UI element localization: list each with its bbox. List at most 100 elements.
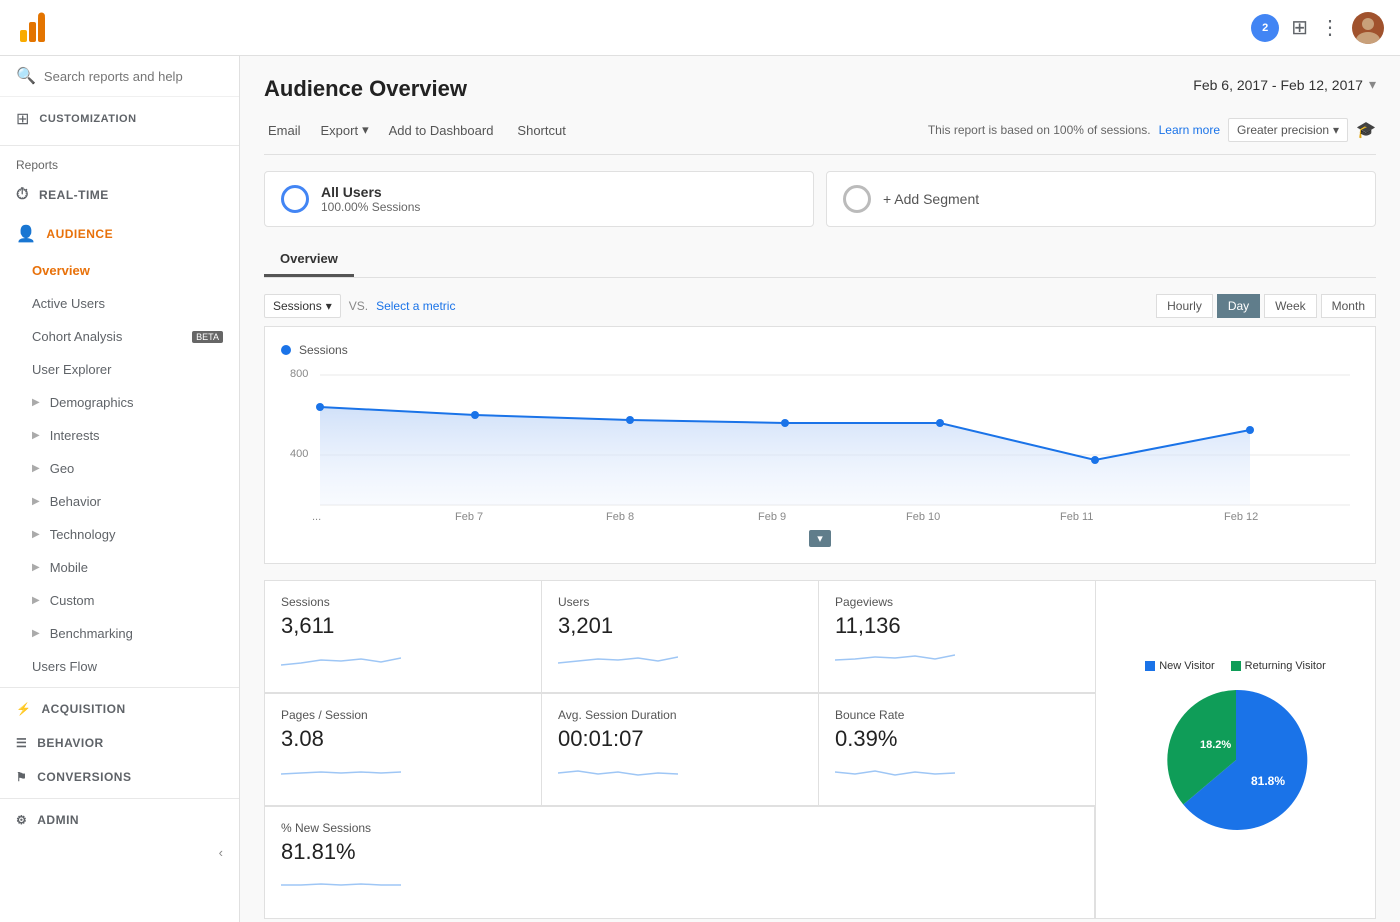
sidebar-item-custom[interactable]: ▶ Custom	[0, 584, 239, 617]
main-layout: 🔍 ⊞ CUSTOMIZATION Reports ⏱ REAL-TIME 👤 …	[0, 56, 1400, 922]
sidebar-item-overview[interactable]: Overview	[0, 254, 239, 287]
pageviews-label: Pageviews	[835, 595, 1079, 609]
bounce-rate-value: 0.39%	[835, 726, 1079, 752]
active-users-label: Active Users	[32, 296, 223, 311]
more-options-icon[interactable]: ⋮	[1320, 15, 1340, 40]
divider-2	[0, 687, 239, 688]
users-flow-label: Users Flow	[32, 659, 223, 674]
mobile-label: Mobile	[50, 560, 223, 575]
sidebar-item-acquisition[interactable]: ⚡ ACQUISITION	[0, 692, 239, 726]
sidebar-item-interests[interactable]: ▶ Interests	[0, 419, 239, 452]
sidebar-item-user-explorer[interactable]: User Explorer	[0, 353, 239, 386]
precision-button[interactable]: Greater precision ▾	[1228, 118, 1348, 142]
export-label: Export	[321, 123, 359, 138]
notification-icon: 2	[1251, 14, 1279, 42]
sessions-info-text: This report is based on 100% of sessions…	[928, 123, 1151, 137]
time-btn-day[interactable]: Day	[1217, 294, 1260, 318]
time-btn-week[interactable]: Week	[1264, 294, 1316, 318]
chart-svg-wrapper: 800 400	[281, 365, 1359, 528]
chart-tooltip: ▾	[809, 530, 831, 547]
export-dropdown[interactable]: Export ▾	[321, 122, 369, 138]
toolbar-left: Email Export ▾ Add to Dashboard Shortcut	[264, 121, 928, 140]
x-label-feb10: Feb 10	[906, 511, 940, 523]
sidebar-item-audience[interactable]: 👤 AUDIENCE	[0, 214, 239, 254]
sidebar-item-technology[interactable]: ▶ Technology	[0, 518, 239, 551]
acquisition-icon: ⚡	[16, 702, 31, 716]
new-visitor-color-swatch	[1145, 661, 1155, 671]
stats-row-2: Pages / Session 3.08 Avg. Session Durati…	[265, 694, 1095, 807]
pages-session-mini-chart	[281, 758, 401, 788]
email-button[interactable]: Email	[264, 121, 305, 140]
content-area: Audience Overview Feb 6, 2017 - Feb 12, …	[240, 56, 1400, 922]
sidebar-item-demographics[interactable]: ▶ Demographics	[0, 386, 239, 419]
y-label-400: 400	[290, 448, 308, 460]
notification-button[interactable]: 2	[1251, 14, 1279, 42]
benchmarking-arrow-icon: ▶	[32, 628, 40, 639]
pages-session-value: 3.08	[281, 726, 525, 752]
sessions-legend-label: Sessions	[299, 343, 348, 357]
add-dashboard-button[interactable]: Add to Dashboard	[385, 121, 498, 140]
new-sessions-mini-chart	[281, 871, 401, 901]
segments-row: All Users 100.00% Sessions + Add Segment	[264, 171, 1376, 227]
sidebar-item-mobile[interactable]: ▶ Mobile	[0, 551, 239, 584]
select-metric-link[interactable]: Select a metric	[376, 299, 455, 313]
apps-grid-icon[interactable]: ⊞	[1291, 15, 1308, 40]
users-mini-chart	[558, 645, 678, 675]
sidebar-item-conversions[interactable]: ⚑ CONVERSIONS	[0, 760, 239, 794]
sidebar-item-behavior-nav[interactable]: ☰ BEHAVIOR	[0, 726, 239, 760]
time-btn-month[interactable]: Month	[1321, 294, 1376, 318]
sessions-mini-chart	[281, 645, 401, 675]
learn-more-link[interactable]: Learn more	[1159, 123, 1220, 137]
sidebar: 🔍 ⊞ CUSTOMIZATION Reports ⏱ REAL-TIME 👤 …	[0, 56, 240, 922]
toolbar-right: This report is based on 100% of sessions…	[928, 118, 1376, 142]
stat-new-sessions: % New Sessions 81.81%	[265, 807, 1095, 918]
users-label: Users	[558, 595, 802, 609]
sidebar-item-benchmarking[interactable]: ▶ Benchmarking	[0, 617, 239, 650]
topbar-left	[16, 12, 48, 44]
stats-row-1: Sessions 3,611 Users 3,201	[265, 581, 1095, 694]
shortcut-button[interactable]: Shortcut	[513, 121, 569, 140]
technology-arrow-icon: ▶	[32, 529, 40, 540]
report-download-icon[interactable]: 🎓	[1356, 120, 1376, 140]
time-btn-hourly[interactable]: Hourly	[1156, 294, 1213, 318]
metric-arrow-icon: ▾	[326, 299, 332, 313]
x-label-feb8: Feb 8	[606, 511, 634, 523]
conversions-label: CONVERSIONS	[37, 770, 131, 784]
x-label-feb9: Feb 9	[758, 511, 786, 523]
topbar: 2 ⊞ ⋮	[0, 0, 1400, 56]
customization-header[interactable]: ⊞ CUSTOMIZATION	[0, 97, 239, 141]
pie-legend: New Visitor Returning Visitor	[1145, 660, 1326, 672]
divider	[0, 145, 239, 146]
sidebar-item-realtime[interactable]: ⏱ REAL-TIME	[0, 176, 239, 214]
stats-row-3: % New Sessions 81.81%	[265, 807, 1095, 918]
sidebar-item-geo[interactable]: ▶ Geo	[0, 452, 239, 485]
all-users-segment[interactable]: All Users 100.00% Sessions	[264, 171, 814, 227]
new-sessions-label: % New Sessions	[281, 821, 1078, 835]
search-bar: 🔍	[0, 56, 239, 97]
x-label-0: ...	[312, 511, 321, 523]
user-avatar[interactable]	[1352, 12, 1384, 44]
x-label-feb12: Feb 12	[1224, 511, 1258, 523]
sidebar-collapse-button[interactable]: ‹	[0, 837, 239, 868]
collapse-icon: ‹	[219, 845, 223, 860]
ga-logo-icon[interactable]	[16, 12, 48, 44]
search-input[interactable]	[44, 69, 223, 84]
chart-controls-left: Sessions ▾ VS. Select a metric	[264, 294, 455, 318]
sessions-label: Sessions	[281, 595, 525, 609]
sidebar-item-cohort-analysis[interactable]: Cohort Analysis BETA	[0, 320, 239, 353]
sidebar-item-users-flow[interactable]: Users Flow	[0, 650, 239, 683]
realtime-label: REAL-TIME	[39, 188, 109, 202]
date-range-selector[interactable]: Feb 6, 2017 - Feb 12, 2017 ▾	[1193, 76, 1376, 93]
chart-controls: Sessions ▾ VS. Select a metric Hourly Da…	[264, 294, 1376, 318]
add-segment-box[interactable]: + Add Segment	[826, 171, 1376, 227]
returning-visitor-color-swatch	[1231, 661, 1241, 671]
sidebar-item-admin[interactable]: ⚙ ADMIN	[0, 803, 239, 837]
sidebar-item-active-users[interactable]: Active Users	[0, 287, 239, 320]
chart-point-4	[936, 419, 944, 427]
metric-label: Sessions	[273, 299, 322, 313]
sidebar-item-behavior[interactable]: ▶ Behavior	[0, 485, 239, 518]
metric-selector[interactable]: Sessions ▾	[264, 294, 341, 318]
demographics-label: Demographics	[50, 395, 223, 410]
vs-label: VS.	[349, 299, 368, 313]
tab-overview[interactable]: Overview	[264, 243, 354, 277]
